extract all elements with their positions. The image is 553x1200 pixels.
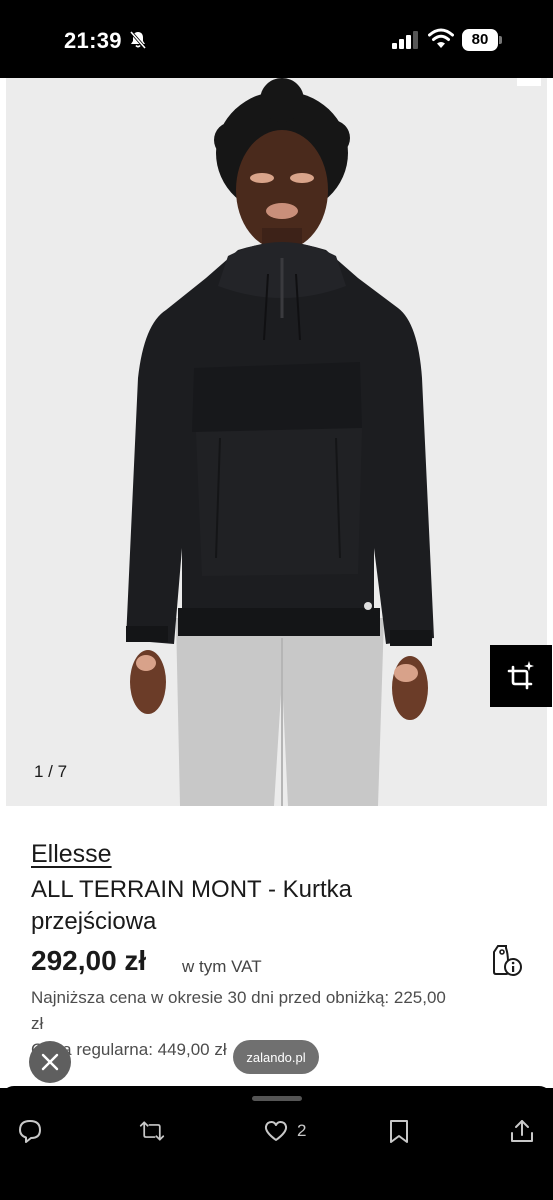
model-photo [126,78,434,806]
share-button[interactable] [509,1117,535,1145]
close-overlay-button[interactable] [29,1041,71,1083]
lowest-price-note: Najniższa cena w okresie 30 dni przed ob… [31,988,446,1033]
like-button[interactable]: 2 [263,1117,306,1145]
vat-note: w tym VAT [182,957,262,976]
product-image[interactable]: 1 / 7 [6,78,547,806]
reply-button[interactable] [17,1117,43,1145]
status-time: 21:39 [64,28,122,53]
battery-indicator: 80 [462,29,502,51]
heart-icon [264,1121,288,1141]
close-icon [41,1053,59,1071]
repost-icon [139,1121,165,1141]
reply-icon [19,1120,41,1143]
crop-sparkle-icon [507,661,534,690]
find-similar-button[interactable] [490,645,552,707]
image-counter: 1 / 7 [34,762,68,781]
tweet-action-bar: 2 [0,1086,553,1200]
cellular-signal-icon [392,31,418,49]
product-name: ALL TERRAIN MONT - Kurtka przejściowa [31,876,352,935]
share-icon [511,1120,533,1142]
repost-button[interactable] [139,1117,165,1145]
bookmark-icon [390,1120,408,1143]
product-page: 1 / 7 Ellesse ALL TERRAIN MONT - Kurtka … [0,78,553,1088]
bookmark-button[interactable] [386,1117,412,1145]
sheet-grabber[interactable] [252,1096,302,1101]
like-count: 2 [297,1121,307,1140]
price-info-icon[interactable] [490,942,524,978]
brand-link[interactable]: Ellesse [31,840,112,869]
status-bar: 21:39 80 [0,0,553,78]
bell-off-icon [129,30,147,50]
source-domain-pill[interactable]: zalando.pl [233,1040,319,1074]
wifi-icon [428,28,454,48]
battery-level: 80 [462,29,498,51]
price: 292,00 zł [31,945,147,976]
